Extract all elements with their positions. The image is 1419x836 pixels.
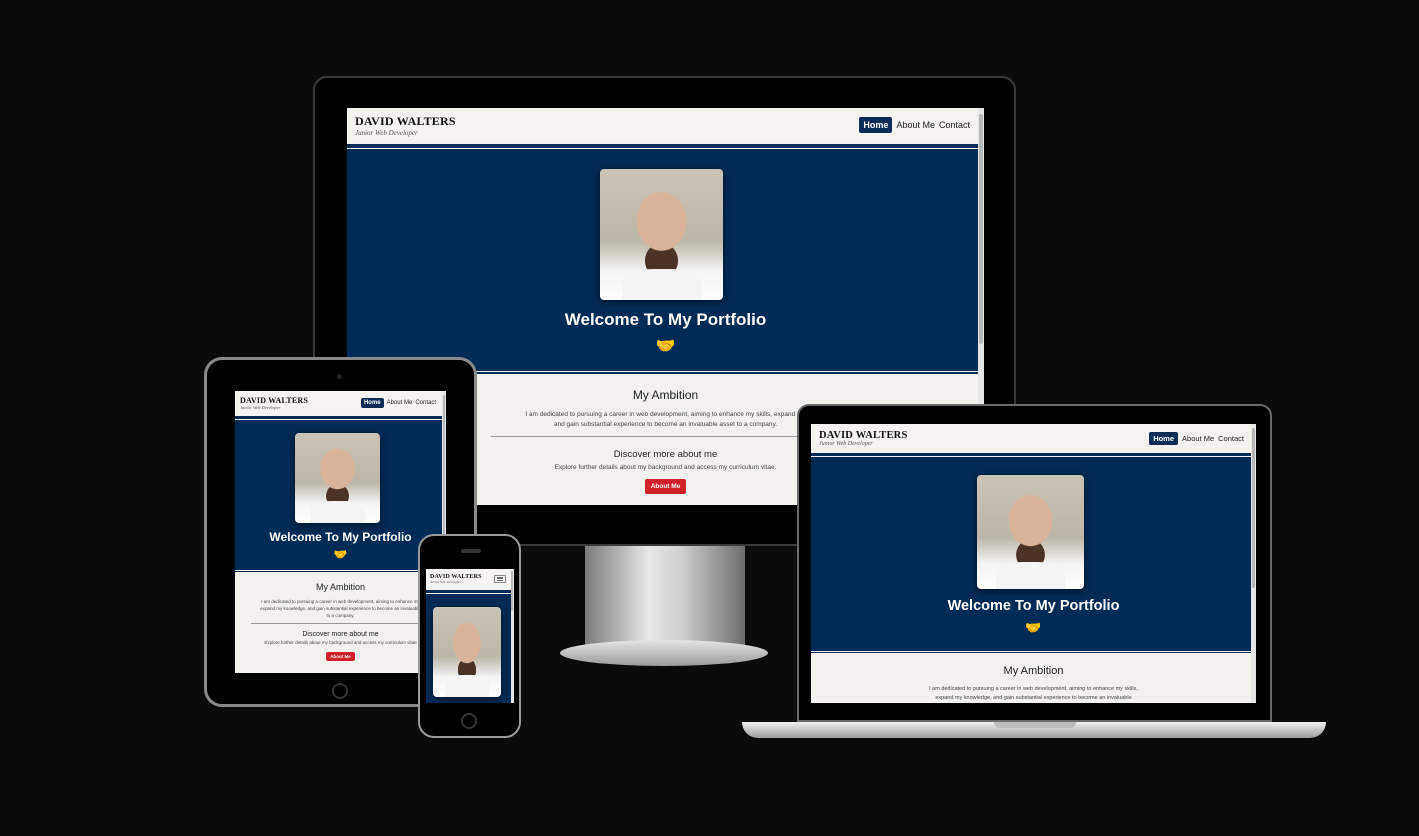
phone-speaker: [461, 549, 481, 553]
ambition-text-line2: expand my knowledge, and gain substantia…: [260, 606, 421, 611]
brand-name: DAVID WALTERS: [355, 113, 456, 128]
handshake-icon: 🤝: [333, 549, 348, 561]
brand-logo[interactable]: DAVID WALTERS Junior Web Developer: [240, 396, 308, 410]
nav-links: Home About Me Contact: [859, 117, 970, 133]
profile-photo: [600, 169, 723, 300]
ambition-text-line1: I am dedicated to pursuing a career in w…: [929, 686, 1138, 692]
hero-section: [426, 590, 514, 703]
monitor-stand-base: [560, 640, 768, 666]
hero-title: Welcome To My Portfolio: [947, 598, 1120, 614]
ambition-section: My Ambition I am dedicated to pursuing a…: [235, 572, 446, 663]
site-navbar: DAVID WALTERS Junior Web Developer: [426, 569, 514, 589]
handshake-icon: 🤝: [655, 338, 676, 355]
section-divider: [490, 436, 841, 437]
profile-photo: [433, 607, 501, 697]
monitor-stand: [585, 546, 745, 646]
brand-name: DAVID WALTERS: [819, 429, 908, 441]
discover-title: Discover more about me: [302, 631, 379, 638]
brand-name: DAVID WALTERS: [240, 396, 309, 405]
phone-home-button: [461, 713, 477, 729]
site-navbar: DAVID WALTERS Junior Web Developer Home …: [235, 391, 446, 415]
nav-contact[interactable]: Contact: [415, 400, 436, 406]
brand-tagline: Junior Web Developer: [240, 405, 281, 410]
laptop-notch: [994, 722, 1076, 728]
hero-title: Welcome To My Portfolio: [269, 530, 412, 544]
nav-contact[interactable]: Contact: [1218, 434, 1244, 443]
nav-about[interactable]: About Me: [387, 400, 413, 406]
ambition-text-line2: expand my knowledge, and gain substantia…: [935, 695, 1132, 701]
hero-title: Welcome To My Portfolio: [564, 310, 767, 329]
section-divider: [250, 623, 431, 624]
brand-tagline: Junior Web Developer: [430, 580, 462, 584]
nav-about[interactable]: About Me: [1182, 434, 1214, 443]
about-me-button[interactable]: About Me: [326, 652, 355, 661]
hero-section: Welcome To My Portfolio 🤝: [235, 416, 446, 572]
laptop-screen: DAVID WALTERS Junior Web Developer Home …: [811, 424, 1256, 703]
brand-logo[interactable]: DAVID WALTERS Junior Web Developer: [430, 574, 482, 584]
site-navbar: DAVID WALTERS Junior Web Developer Home …: [811, 424, 1256, 452]
profile-photo: [977, 475, 1084, 589]
nav-about[interactable]: About Me: [896, 120, 935, 130]
nav-contact[interactable]: Contact: [939, 120, 970, 130]
ambition-text-line3: to a company.: [326, 613, 355, 618]
ambition-title: My Ambition: [315, 582, 366, 592]
scrollbar[interactable]: [1251, 424, 1256, 703]
brand-logo[interactable]: DAVID WALTERS Junior Web Developer: [355, 114, 456, 137]
nav-links: Home About Me Contact: [1149, 431, 1244, 445]
portfolio-site: DAVID WALTERS Junior Web Developer Home …: [235, 391, 446, 673]
brand-tagline: Junior Web Developer: [819, 440, 873, 447]
nav-home[interactable]: Home: [360, 398, 384, 408]
hero-section: Welcome To My Portfolio 🤝: [347, 144, 984, 374]
portfolio-site: DAVID WALTERS Junior Web Developer Home …: [811, 424, 1256, 703]
ambition-title: My Ambition: [1003, 665, 1064, 677]
discover-text: Explore further details about my backgro…: [264, 640, 417, 645]
tablet-home-button: [332, 683, 348, 699]
ambition-section: My Ambition I am dedicated to pursuing a…: [811, 653, 1256, 703]
phone-screen: DAVID WALTERS Junior Web Developer: [426, 569, 514, 703]
handshake-icon: 🤝: [1025, 620, 1042, 635]
about-me-button[interactable]: About Me: [644, 479, 687, 494]
hero-section: Welcome To My Portfolio 🤝: [811, 453, 1256, 653]
profile-photo: [295, 433, 380, 523]
brand-logo[interactable]: DAVID WALTERS Junior Web Developer: [819, 430, 908, 447]
tablet-screen: DAVID WALTERS Junior Web Developer Home …: [235, 391, 446, 673]
tablet-camera: [337, 374, 342, 379]
scrollbar[interactable]: [511, 569, 514, 703]
brand-tagline: Junior Web Developer: [355, 128, 418, 137]
hamburger-menu-icon[interactable]: [494, 575, 506, 583]
portfolio-site: DAVID WALTERS Junior Web Developer: [426, 569, 514, 703]
ambition-text-line1: I am dedicated to pursuing a career in w…: [261, 599, 420, 604]
nav-links: Home About Me Contact: [360, 398, 436, 408]
site-navbar: DAVID WALTERS Junior Web Developer Home …: [347, 108, 984, 142]
nav-home[interactable]: Home: [1149, 431, 1179, 445]
nav-home[interactable]: Home: [859, 117, 893, 133]
